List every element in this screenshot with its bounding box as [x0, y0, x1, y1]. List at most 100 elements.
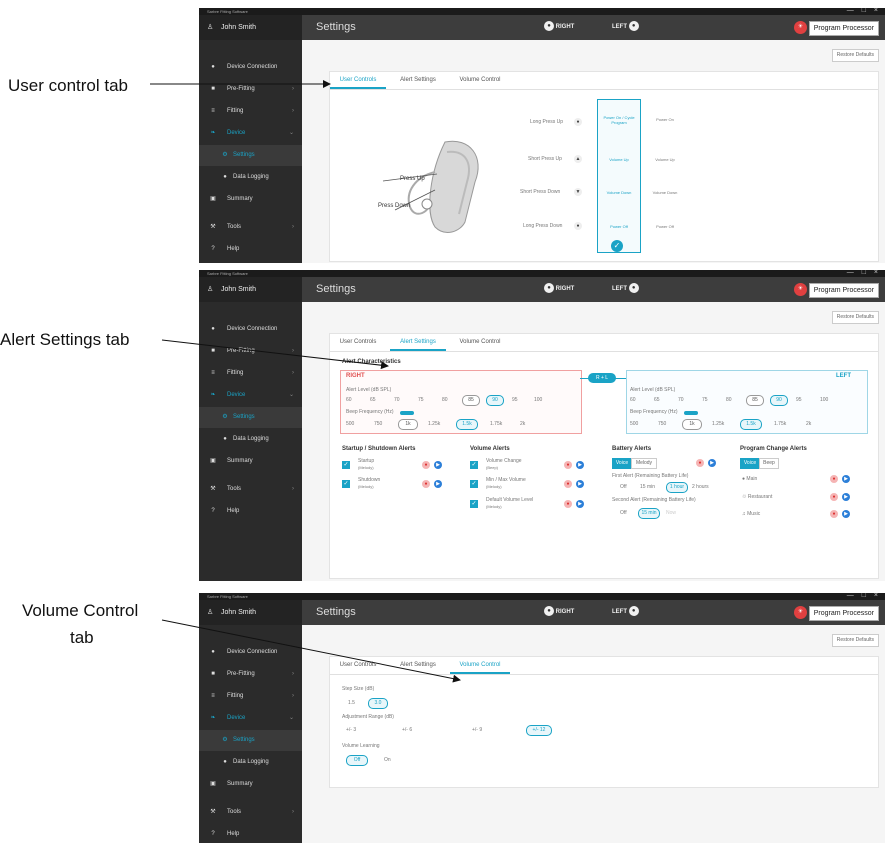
sidebar-item-fitting[interactable]: ≡ Fitting › — [199, 363, 302, 384]
play-right-button[interactable]: ● — [830, 510, 838, 518]
frequency-option[interactable]: 2k — [520, 421, 525, 427]
alert-level-option[interactable]: 60 — [346, 397, 352, 403]
restore-defaults-button[interactable]: Restore Defaults — [831, 49, 879, 62]
restore-defaults-button[interactable]: Restore Defaults — [831, 634, 879, 647]
volume-learning-off[interactable]: Off — [346, 755, 368, 766]
control-option[interactable]: Power Off — [602, 224, 636, 229]
play-left-button[interactable]: ▶ — [842, 510, 850, 518]
default-volume-checkbox[interactable]: ✓ — [470, 500, 478, 508]
sidebar-item-summary[interactable]: ▣ Summary — [199, 451, 302, 472]
frequency-option[interactable]: 1.75k — [490, 421, 502, 427]
sidebar-item-device-connection[interactable]: ● Device Connection — [199, 57, 302, 78]
window-controls[interactable]: — □ × — [847, 593, 881, 600]
control-option[interactable]: Volume Up — [602, 157, 636, 162]
play-left-button[interactable]: ▶ — [576, 500, 584, 508]
frequency-toggle[interactable] — [400, 411, 414, 415]
tab-volume-control[interactable]: Volume Control — [450, 334, 510, 351]
frequency-selected[interactable]: 1.5k — [740, 419, 762, 430]
min-max-volume-checkbox[interactable]: ✓ — [470, 480, 478, 488]
row-button[interactable]: ● — [574, 222, 582, 230]
play-right-button[interactable]: ● — [564, 500, 572, 508]
battery-voice-option[interactable]: Voice — [612, 458, 632, 469]
sidebar-item-device-connection[interactable]: ● Device Connection — [199, 642, 302, 663]
right-ear-indicator[interactable]: ● RIGHT — [544, 277, 574, 302]
restore-defaults-button[interactable]: Restore Defaults — [831, 311, 879, 324]
control-option[interactable]: Volume Down — [648, 190, 682, 195]
tab-user-controls[interactable]: User Controls — [330, 334, 386, 351]
shutdown-checkbox[interactable]: ✓ — [342, 480, 350, 488]
sidebar-item-tools[interactable]: ⚒ Tools › — [199, 217, 302, 238]
row-button[interactable]: ▼ — [574, 188, 582, 196]
tab-alert-settings[interactable]: Alert Settings — [390, 72, 446, 89]
program-processor-button[interactable]: Program Processor — [808, 606, 879, 621]
sidebar-item-pre-fitting[interactable]: ■ Pre-Fitting › — [199, 664, 302, 685]
sidebar-item-tools[interactable]: ⚒ Tools › — [199, 479, 302, 500]
tab-user-controls[interactable]: User Controls — [330, 72, 386, 89]
range-option[interactable]: +/- 6 — [402, 727, 412, 733]
program-processor-button[interactable]: Program Processor — [808, 283, 879, 298]
left-ear-indicator[interactable]: LEFT ● — [612, 277, 639, 302]
sidebar-item-data-logging[interactable]: ● Data Logging — [199, 167, 302, 188]
sidebar-item-settings[interactable]: ⚙ Settings — [199, 730, 302, 751]
alert-level-option[interactable]: 80 — [726, 397, 732, 403]
frequency-option[interactable]: 500 — [346, 421, 354, 427]
frequency-option[interactable]: 750 — [374, 421, 382, 427]
sidebar-item-help[interactable]: ? Help — [199, 501, 302, 522]
second-alert-option[interactable]: Off — [620, 510, 627, 516]
play-left-button[interactable]: ▶ — [434, 461, 442, 469]
alert-level-option[interactable]: 60 — [630, 397, 636, 403]
first-alert-option[interactable]: 2 hours — [692, 484, 709, 490]
program-main[interactable]: ● Main — [742, 476, 757, 482]
frequency-option[interactable]: 1.75k — [774, 421, 786, 427]
play-right-button[interactable]: ● — [564, 461, 572, 469]
play-right-button[interactable]: ● — [696, 459, 704, 467]
row-button[interactable]: ▲ — [574, 155, 582, 163]
sidebar-item-device[interactable]: ❧ Device ⌄ — [199, 123, 302, 144]
sidebar-item-help[interactable]: ? Help — [199, 824, 302, 843]
sidebar-item-help[interactable]: ? Help — [199, 239, 302, 260]
frequency-option[interactable]: 500 — [630, 421, 638, 427]
right-ear-indicator[interactable]: ● RIGHT — [544, 15, 574, 40]
step-size-option[interactable]: 1.5 — [348, 700, 355, 706]
play-left-button[interactable]: ▶ — [434, 480, 442, 488]
avatar[interactable]: ☀ — [794, 606, 807, 619]
sidebar-item-summary[interactable]: ▣ Summary — [199, 774, 302, 795]
range-selected[interactable]: +/- 12 — [526, 725, 552, 736]
frequency-option[interactable]: 2k — [806, 421, 811, 427]
sidebar-item-pre-fitting[interactable]: ■ Pre-Fitting › — [199, 79, 302, 100]
right-ear-indicator[interactable]: ● RIGHT — [544, 600, 574, 625]
tab-alert-settings[interactable]: Alert Settings — [390, 334, 446, 351]
play-left-button[interactable]: ▶ — [842, 475, 850, 483]
play-right-button[interactable]: ● — [422, 461, 430, 469]
frequency-option[interactable]: 750 — [658, 421, 666, 427]
alert-level-option[interactable]: 70 — [394, 397, 400, 403]
alert-level-option[interactable]: 85 — [746, 395, 764, 406]
control-option[interactable]: Power Off — [648, 224, 682, 229]
avatar[interactable]: ☀ — [794, 21, 807, 34]
play-right-button[interactable]: ● — [830, 493, 838, 501]
alert-level-option[interactable]: 75 — [418, 397, 424, 403]
volume-learning-on[interactable]: On — [384, 757, 391, 763]
sidebar-item-fitting[interactable]: ≡ Fitting › — [199, 101, 302, 122]
user-profile[interactable]: ♙ John Smith — [199, 15, 302, 40]
frequency-option[interactable]: 1.25k — [428, 421, 440, 427]
alert-level-option[interactable]: 65 — [370, 397, 376, 403]
tab-alert-settings[interactable]: Alert Settings — [390, 657, 446, 674]
left-ear-indicator[interactable]: LEFT ● — [612, 15, 639, 40]
sidebar-item-device[interactable]: ❧ Device ⌄ — [199, 385, 302, 406]
frequency-selected[interactable]: 1.5k — [456, 419, 478, 430]
sidebar-item-fitting[interactable]: ≡ Fitting › — [199, 686, 302, 707]
program-music[interactable]: ♫ Music — [742, 511, 760, 517]
program-voice-option[interactable]: Voice — [740, 458, 760, 469]
sidebar-item-settings[interactable]: ⚙ Settings — [199, 407, 302, 428]
control-option[interactable]: Power On — [648, 117, 682, 122]
control-option[interactable]: Volume Up — [648, 157, 682, 162]
play-left-button[interactable]: ▶ — [708, 459, 716, 467]
frequency-toggle[interactable] — [684, 411, 698, 415]
alert-level-option[interactable]: 75 — [702, 397, 708, 403]
avatar[interactable]: ☀ — [794, 283, 807, 296]
alert-level-option[interactable]: 95 — [512, 397, 518, 403]
first-alert-selected[interactable]: 1 hour — [666, 482, 688, 493]
sidebar-item-data-logging[interactable]: ● Data Logging — [199, 752, 302, 773]
tab-user-controls[interactable]: User Controls — [330, 657, 386, 674]
